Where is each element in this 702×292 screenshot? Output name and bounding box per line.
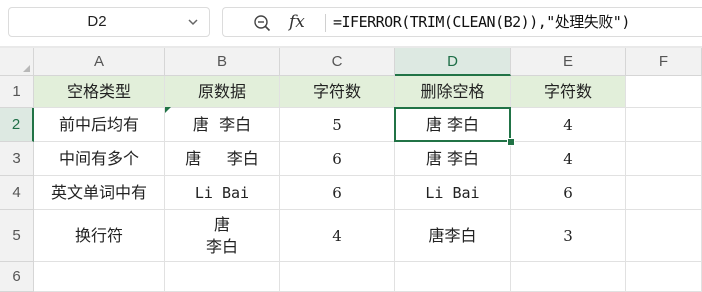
row-header-5[interactable]: 5 [0,210,34,262]
row-header-1[interactable]: 1 [0,76,34,108]
column-header-b[interactable]: B [165,48,280,76]
cell-c6[interactable] [280,262,395,292]
formula-separator [325,14,326,32]
cell-b1[interactable]: 原数据 [165,76,280,108]
column-header-d[interactable]: D [395,48,511,76]
cell-f6[interactable] [626,262,702,292]
cell-c3[interactable]: 6 [280,142,395,176]
cell-b4[interactable]: Li Bai [165,176,280,210]
column-header-a[interactable]: A [34,48,165,76]
cell-d6[interactable] [395,262,511,292]
chevron-down-icon[interactable] [187,15,199,29]
cell-e3[interactable]: 4 [511,142,626,176]
fill-handle[interactable] [507,138,515,146]
cell-e6[interactable] [511,262,626,292]
column-header-e[interactable]: E [511,48,626,76]
row-header-2[interactable]: 2 [0,108,34,142]
cell-d4[interactable]: Li Bai [395,176,511,210]
select-all-triangle-icon [23,65,30,72]
cell-a4[interactable]: 英文单词中有 [34,176,165,210]
cell-f1[interactable] [626,76,702,108]
cell-e5[interactable]: 3 [511,210,626,262]
fx-icon[interactable]: fx [289,10,311,34]
column-header-c[interactable]: C [280,48,395,76]
cell-d2[interactable]: 唐 李白 [395,108,511,142]
cell-a5[interactable]: 换行符 [34,210,165,262]
cell-d5[interactable]: 唐李白 [395,210,511,262]
cell-a2[interactable]: 前中后均有 [34,108,165,142]
row-header-4[interactable]: 4 [0,176,34,210]
cell-c5[interactable]: 4 [280,210,395,262]
cell-c4[interactable]: 6 [280,176,395,210]
zoom-icon[interactable] [253,14,271,32]
cell-c2[interactable]: 5 [280,108,395,142]
cell-e1[interactable]: 字符数 [511,76,626,108]
formula-toolbar: D2 fx =IFERROR(TRIM(CLEAN(B2)),"处理失败") [0,0,702,46]
cell-e2[interactable]: 4 [511,108,626,142]
cell-b2[interactable]: 唐 李白 [165,108,280,142]
cell-indicator-icon [165,107,171,113]
cell-e4[interactable]: 6 [511,176,626,210]
cell-c1[interactable]: 字符数 [280,76,395,108]
row-header-6[interactable]: 6 [0,262,34,292]
select-all-corner[interactable] [0,48,34,76]
cell-b3[interactable]: 唐 李白 [165,142,280,176]
row-header-3[interactable]: 3 [0,142,34,176]
cell-a6[interactable] [34,262,165,292]
cell-f3[interactable] [626,142,702,176]
formula-bar: fx =IFERROR(TRIM(CLEAN(B2)),"处理失败") [222,7,702,37]
column-header-f[interactable]: F [626,48,702,76]
formula-input[interactable]: =IFERROR(TRIM(CLEAN(B2)),"处理失败") [333,8,630,36]
cell-f4[interactable] [626,176,702,210]
cell-a1[interactable]: 空格类型 [34,76,165,108]
spreadsheet-grid: A B C D E F 1 2 3 4 5 6 空格类型 原数据 字符数 删除空… [0,48,702,292]
cell-d3[interactable]: 唐 李白 [395,142,511,176]
cell-f2[interactable] [626,108,702,142]
cell-d1[interactable]: 删除空格 [395,76,511,108]
cell-b5[interactable]: 唐 李白 [165,210,280,262]
cell-a3[interactable]: 中间有多个 [34,142,165,176]
cell-b6[interactable] [165,262,280,292]
name-box-value[interactable]: D2 [9,8,185,36]
cell-f5[interactable] [626,210,702,262]
name-box[interactable]: D2 [8,7,210,37]
